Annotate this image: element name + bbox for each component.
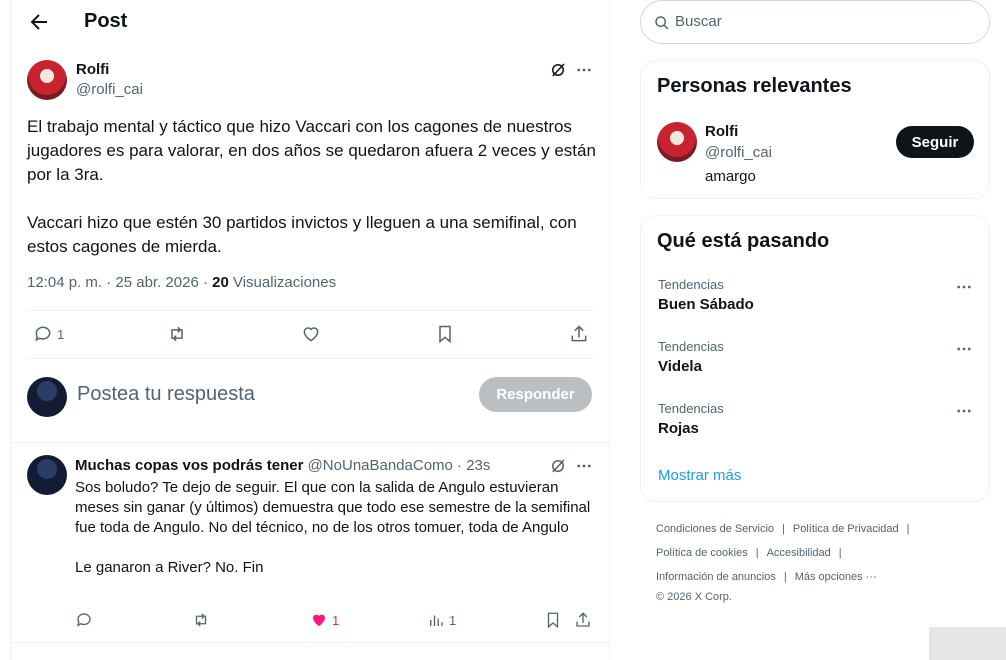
separator: | [782,523,785,535]
reply-views-button[interactable]: 1 [427,611,456,629]
divider [11,442,611,443]
bookmark-button[interactable] [435,324,455,344]
like-button[interactable] [301,324,321,344]
divider [11,642,611,643]
reply-header: Muchas copas vos podrás tener @NoUnaBand… [75,457,490,474]
footer-row: Política de cookies | Accesibilidad | [656,547,850,559]
trend-name: Rojas [658,420,699,437]
search-icon [655,16,669,30]
separator: | [755,547,759,559]
separator: | [906,523,910,535]
reply-author-name[interactable]: Muchas copas vos podrás tener [75,457,303,474]
bookmark-icon [547,612,559,629]
author-avatar[interactable] [27,60,67,100]
accessibility-link[interactable]: Accesibilidad [767,547,831,559]
like-count: 1 [332,612,340,628]
page-title: Post [84,10,128,32]
person-bio: amargo [705,168,756,185]
share-icon [571,325,587,342]
footer-row: Condiciones de Servicio | Política de Priv… [656,523,918,535]
person-handle[interactable]: @rolfi_cai [705,144,772,161]
trend-category: Tendencias [658,277,724,292]
share-icon [576,612,590,627]
reply-icon [35,326,51,342]
reply-share-button[interactable] [574,611,592,629]
trend-category: Tendencias [658,401,724,416]
reply-count: 1 [57,326,65,342]
overlay-box [929,627,1006,660]
divider [27,358,595,359]
more-options-icon[interactable] [955,340,975,360]
show-more-link[interactable]: Mostrar más [658,467,741,484]
trend-category: Tendencias [658,339,724,354]
search-box[interactable] [640,0,990,44]
reply-author-handle[interactable]: @NoUnaBandaComo · 23s [308,457,491,474]
separator: | [838,547,842,559]
follow-button[interactable]: Seguir [896,126,974,158]
grok-icon[interactable] [548,456,568,476]
people-title: Personas relevantes [657,75,852,97]
ads-info-link[interactable]: Información de anuncios [656,571,776,583]
trend-name: Videla [658,358,702,375]
privacy-link[interactable]: Política de Privacidad [793,523,899,535]
trends-card: Qué está pasando Tendencias Buen Sábado … [640,215,990,502]
author-handle[interactable]: @rolfi_cai [76,81,143,98]
divider [27,310,595,311]
more-options-icon[interactable] [574,456,594,476]
cookies-link[interactable]: Política de cookies [656,547,748,559]
views-label: Visualizaciones [228,274,337,291]
reply-text: Sos boludo? Te dejo de seguir. El que co… [75,479,591,576]
more-options-icon[interactable] [955,278,975,298]
share-button[interactable] [569,324,589,344]
footer-row: Información de anuncios | Más opciones ··· [656,571,877,583]
repost-icon [195,613,207,627]
main-column: Post Rolfi @rolfi_cai El trabajo mental … [10,0,611,660]
trend-name: Buen Sábado [658,296,754,313]
reply-icon [76,613,91,627]
views-count: 20 [212,274,229,291]
views-count: 1 [449,612,457,628]
grok-icon[interactable] [548,60,568,80]
repost-icon [171,326,183,342]
search-input[interactable] [675,13,975,30]
more-options-link[interactable]: Más opciones ··· [795,571,877,583]
bookmark-icon [439,325,451,344]
reply-reply-button[interactable] [75,611,93,629]
analytics-icon [430,615,443,626]
reply-input[interactable]: Postea tu respuesta [77,383,255,406]
relevant-people-card: Personas relevantes Rolfi @rolfi_cai ama… [640,60,990,199]
trends-title: Qué está pasando [657,230,830,252]
more-options-icon[interactable] [955,402,975,422]
separator: | [783,571,787,583]
post-text: El trabajo mental y táctico que hizo Vac… [27,117,596,256]
reply-bookmark-button[interactable] [544,611,562,629]
person-avatar[interactable] [657,122,697,162]
user-avatar[interactable] [27,377,67,417]
reply-author-avatar[interactable] [27,455,67,495]
more-options-icon[interactable] [574,60,594,80]
post-header: Post [11,0,611,44]
author-name[interactable]: Rolfi [76,61,109,78]
repost-button[interactable] [166,324,188,344]
reply-button[interactable]: 1 [33,324,64,344]
post-timestamp[interactable]: 12:04 p. m. · 25 abr. 2026 · [27,274,212,291]
terms-link[interactable]: Condiciones de Servicio [656,523,774,535]
back-arrow-icon[interactable] [27,10,51,34]
reply-repost-button[interactable] [191,611,211,629]
heart-icon [303,327,319,342]
person-name[interactable]: Rolfi [705,123,738,140]
copyright: © 2026 X Corp. [656,591,732,603]
respond-button[interactable]: Responder [479,377,592,412]
reply-like-button[interactable]: 1 [310,611,339,629]
heart-filled-icon [313,614,325,626]
post-meta: 12:04 p. m. · 25 abr. 2026 · 20 Visualiz… [27,274,336,291]
